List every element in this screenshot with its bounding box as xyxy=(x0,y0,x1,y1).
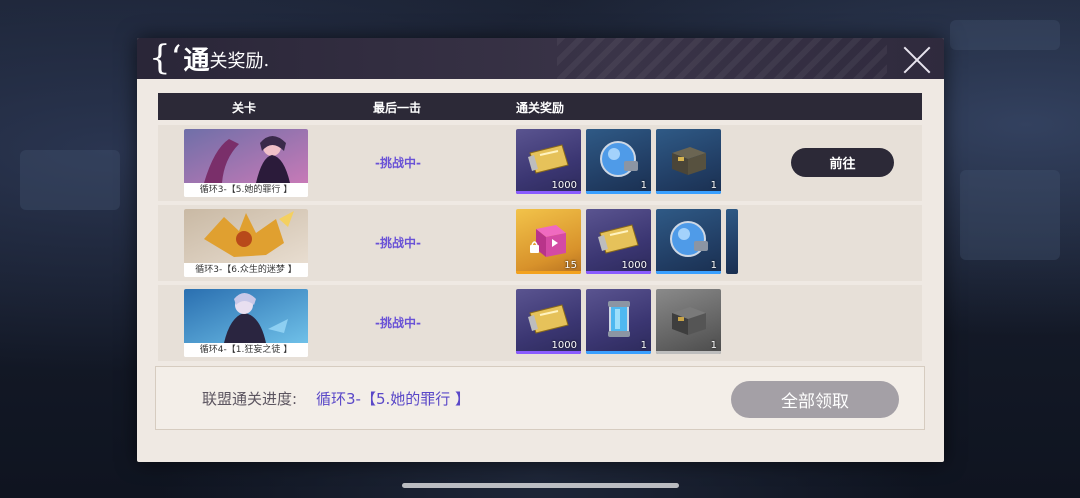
close-icon[interactable] xyxy=(900,42,934,76)
rarity-bar xyxy=(586,351,651,354)
stage-name: 循环3-【6.众生的迷梦 】 xyxy=(184,263,308,277)
stage-art-image xyxy=(184,289,308,343)
reward-item[interactable]: 1000 xyxy=(516,129,581,194)
stage-name: 循环3-【5.她的罪行 】 xyxy=(184,183,308,197)
background-panel xyxy=(950,20,1060,50)
energy-orb-icon xyxy=(600,141,638,177)
alliance-progress-panel: 联盟通关进度: 循环3-【5.她的罪行 】 全部领取 xyxy=(155,366,925,430)
title-rest: 关奖励 xyxy=(209,51,264,72)
reward-item[interactable]: 1000 xyxy=(516,289,581,354)
reward-item[interactable]: 1 xyxy=(656,289,721,354)
ticket-icon xyxy=(528,144,569,174)
rewards-table-header: 关卡 最后一击 通关奖励 xyxy=(158,93,922,120)
column-header-stage: 关卡 xyxy=(232,101,257,115)
rarity-bar xyxy=(586,191,651,194)
stage-thumbnail[interactable]: 循环4-【1.狂妄之徒 】 xyxy=(184,289,308,357)
reward-count: 15 xyxy=(564,260,577,271)
stage-art-image xyxy=(184,209,308,263)
reward-count: 1000 xyxy=(621,260,647,271)
reward-item[interactable]: 1 xyxy=(656,129,721,194)
column-header-last-hit: 最后一击 xyxy=(373,101,422,115)
title-first-char: 通 xyxy=(183,45,210,76)
rarity-bar xyxy=(516,271,581,274)
reward-count: 1 xyxy=(710,260,717,271)
rarity-bar xyxy=(516,191,581,194)
reward-item[interactable]: 1 xyxy=(586,289,651,354)
reward-count: 1 xyxy=(640,180,647,191)
table-row: 循环4-【1.狂妄之徒 】 -挑战中- 1000 1 1 xyxy=(158,285,922,361)
column-header-rewards: 通关奖励 xyxy=(516,101,565,115)
reward-count: 1 xyxy=(640,340,647,351)
title-bracket: {‘ xyxy=(149,38,182,78)
rarity-bar xyxy=(656,271,721,274)
reward-count: 1000 xyxy=(551,180,577,191)
stage-thumbnail[interactable]: 循环3-【5.她的罪行 】 xyxy=(184,129,308,197)
supply-crate-icon xyxy=(672,307,706,335)
rarity-bar xyxy=(656,191,721,194)
energy-canister-icon xyxy=(608,301,630,337)
table-row: 循环3-【6.众生的迷梦 】 -挑战中- 15 1000 1 xyxy=(158,205,922,281)
progress-label: 联盟通关进度: xyxy=(202,390,298,408)
claim-all-button[interactable]: 全部领取 xyxy=(731,381,899,418)
rarity-bar xyxy=(586,271,651,274)
last-hit-status: -挑战中- xyxy=(375,316,421,330)
stage-art-image xyxy=(184,129,308,183)
home-indicator[interactable] xyxy=(402,483,679,488)
go-button[interactable]: 前往 xyxy=(791,148,894,177)
locked-gift-box-icon xyxy=(530,225,566,257)
reward-item[interactable]: 1000 xyxy=(586,209,651,274)
reward-count: 1 xyxy=(710,180,717,191)
dialog-header: {‘ 通 关奖励 . xyxy=(137,38,944,79)
last-hit-status: -挑战中- xyxy=(375,236,421,250)
ticket-icon xyxy=(528,304,569,334)
supply-crate-icon xyxy=(672,147,706,175)
title-dot: . xyxy=(263,49,270,71)
background-panel xyxy=(960,170,1060,260)
reward-item-partial[interactable] xyxy=(726,209,738,274)
table-row: 循环3-【5.她的罪行 】 -挑战中- 1000 1 1 前往 xyxy=(158,125,922,201)
clear-rewards-dialog: {‘ 通 关奖励 . 关卡 最后一击 通关奖励 循环3-【5.她的罪行 】 -挑… xyxy=(137,38,944,462)
dialog-title: {‘ 通 关奖励 . xyxy=(149,40,269,76)
reward-count: 1 xyxy=(710,340,717,351)
last-hit-status: -挑战中- xyxy=(375,156,421,170)
reward-count: 1000 xyxy=(551,340,577,351)
rarity-bar xyxy=(656,351,721,354)
energy-orb-icon xyxy=(670,221,708,257)
reward-item[interactable]: 1 xyxy=(586,129,651,194)
progress-value: 循环3-【5.她的罪行 】 xyxy=(316,390,471,408)
reward-item[interactable]: 1 xyxy=(656,209,721,274)
header-ornament xyxy=(557,38,887,79)
rarity-bar xyxy=(516,351,581,354)
reward-item[interactable]: 15 xyxy=(516,209,581,274)
stage-name: 循环4-【1.狂妄之徒 】 xyxy=(184,343,308,357)
background-panel xyxy=(20,150,120,210)
ticket-icon xyxy=(598,224,639,254)
stage-thumbnail[interactable]: 循环3-【6.众生的迷梦 】 xyxy=(184,209,308,277)
